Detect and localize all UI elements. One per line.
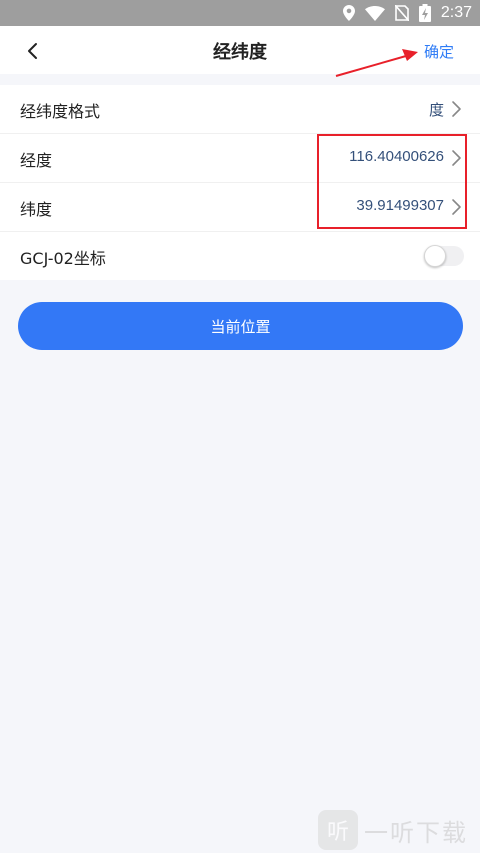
chevron-right-icon — [452, 101, 461, 117]
format-row[interactable]: 经纬度格式 度 — [0, 85, 480, 134]
settings-list: 经纬度格式 度 经度 116.40400626 纬度 39.91499307 G… — [0, 85, 480, 280]
wifi-icon — [364, 5, 385, 21]
longitude-value: 116.40400626 — [349, 148, 444, 165]
chevron-right-icon — [452, 150, 461, 166]
battery-charging-icon — [418, 4, 431, 22]
watermark-logo-icon: 听 — [318, 810, 358, 850]
latitude-label: 纬度 — [20, 200, 53, 219]
toggle-knob — [424, 245, 446, 267]
watermark: 听 一听下载 — [318, 808, 468, 852]
location-icon — [342, 5, 355, 21]
current-location-button[interactable]: 当前位置 — [18, 302, 463, 350]
gcj02-label: GCJ-02坐标 — [20, 249, 106, 268]
longitude-label: 经度 — [20, 151, 53, 170]
status-bar: 2:37 — [0, 0, 480, 26]
no-sim-icon — [394, 5, 409, 21]
gcj02-row: GCJ-02坐标 — [0, 232, 480, 280]
latitude-value: 39.91499307 — [356, 197, 444, 214]
page-title: 经纬度 — [213, 42, 267, 63]
latitude-row[interactable]: 纬度 39.91499307 — [0, 183, 480, 232]
status-time: 2:37 — [440, 4, 472, 21]
format-value: 度 — [428, 102, 444, 119]
confirm-button[interactable]: 确定 — [424, 41, 454, 62]
gcj02-toggle[interactable] — [424, 245, 464, 267]
watermark-text: 一听下载 — [364, 818, 468, 847]
format-label: 经纬度格式 — [20, 102, 101, 121]
longitude-row[interactable]: 经度 116.40400626 — [0, 134, 480, 183]
navbar: 经纬度 确定 — [0, 26, 480, 74]
chevron-right-icon — [452, 199, 461, 215]
status-icons: 2:37 — [342, 0, 472, 26]
